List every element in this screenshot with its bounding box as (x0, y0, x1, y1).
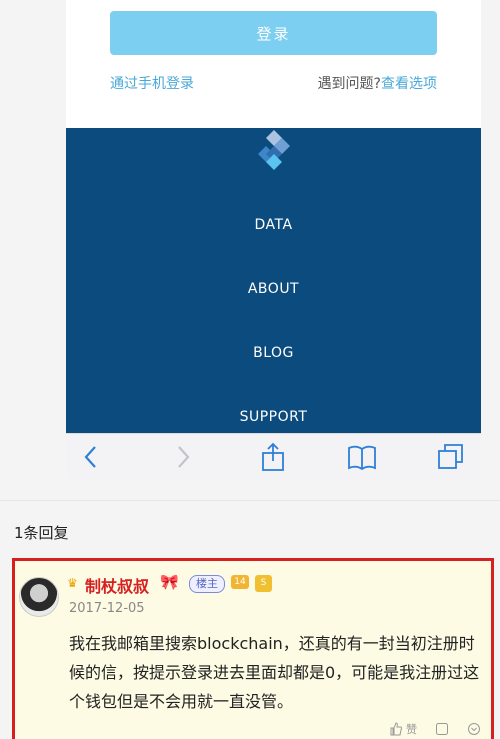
divider (0, 500, 500, 501)
login-button[interactable]: 登录 (110, 11, 437, 55)
comment-icon[interactable] (435, 722, 449, 736)
host-badge: 楼主 (189, 575, 225, 593)
member-badge-icon: S (255, 575, 272, 592)
forward-icon[interactable] (168, 442, 198, 472)
reply-post: ♛ 制杖叔叔 🎀 楼主 14 S 2017-12-05 我在我邮箱里搜索bloc… (12, 558, 494, 739)
post-actions: 赞 (389, 721, 481, 737)
nav-item-about[interactable]: ABOUT (66, 281, 481, 297)
post-date: 2017-12-05 (69, 601, 145, 616)
reply-count: 1条回复 (14, 524, 69, 542)
post-content: 我在我邮箱里搜索blockchain，还真的有一封当初注册时候的信，按提示登录进… (69, 634, 480, 711)
avatar[interactable] (19, 577, 59, 617)
problem-text: 遇到问题?查看选项 (318, 73, 437, 93)
login-panel: 登录 通过手机登录 遇到问题?查看选项 (66, 0, 481, 128)
share-icon[interactable] (258, 442, 288, 472)
problem-label: 遇到问题? (317, 76, 381, 92)
nav-item-blog[interactable]: BLOG (66, 345, 481, 361)
bookmarks-icon[interactable] (347, 442, 377, 472)
level-badge: 14 (231, 575, 249, 589)
like-button[interactable]: 赞 (389, 721, 417, 737)
tabs-icon[interactable] (436, 442, 466, 472)
thumbs-up-icon (390, 722, 402, 736)
nav-item-support[interactable]: SUPPORT (66, 409, 481, 425)
username[interactable]: 制杖叔叔 (85, 573, 149, 597)
nav-item-data[interactable]: DATA (66, 217, 481, 233)
crown-icon: ♛ (67, 576, 78, 590)
embedded-screenshot: 登录 通过手机登录 遇到问题?查看选项 DATA ABOUT BLOG SUPP… (66, 0, 481, 481)
phone-login-link[interactable]: 通过手机登录 (110, 73, 194, 93)
like-label: 赞 (406, 723, 417, 736)
back-icon[interactable] (76, 442, 106, 472)
site-footer-nav: DATA ABOUT BLOG SUPPORT (66, 128, 481, 433)
blockchain-logo-icon (258, 130, 290, 170)
more-icon[interactable] (467, 722, 481, 736)
browser-toolbar (66, 433, 481, 481)
bow-icon: 🎀 (160, 573, 179, 591)
view-options-link[interactable]: 查看选项 (381, 76, 437, 92)
